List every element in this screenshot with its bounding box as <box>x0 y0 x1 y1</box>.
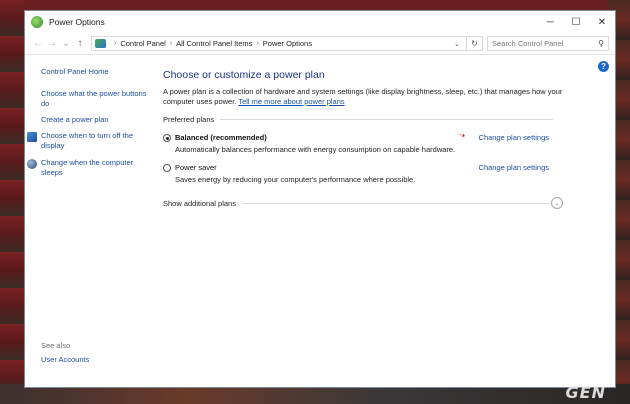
control-panel-home-link[interactable]: Control Panel Home <box>41 67 153 77</box>
plan-balanced: Balanced (recommended) Automatically bal… <box>163 129 563 154</box>
monitor-icon <box>27 132 37 142</box>
balanced-radio[interactable] <box>163 134 171 142</box>
show-additional-plans-label[interactable]: Show additional plans <box>163 199 236 208</box>
power-saver-plan-desc: Saves energy by reducing your computer's… <box>175 175 416 184</box>
breadcrumb-separator-icon: › <box>256 40 259 47</box>
background-left <box>0 0 24 404</box>
show-additional-divider <box>241 202 549 204</box>
search-icon: ⚲ <box>598 39 604 48</box>
maximize-button[interactable]: ☐ <box>563 11 589 33</box>
watermark-logo: GEN <box>565 383 606 402</box>
page-title: Choose or customize a power plan <box>163 69 325 81</box>
preferred-plans-header: Preferred plans <box>163 115 563 124</box>
breadcrumb-all-items[interactable]: All Control Panel Items <box>176 39 252 48</box>
power-options-app-icon <box>31 16 43 28</box>
create-power-plan-link[interactable]: Create a power plan <box>41 115 153 125</box>
sleep-row: Change when the computer sleeps <box>27 158 153 178</box>
search-input[interactable]: Search Control Panel ⚲ <box>487 36 609 51</box>
sleep-link[interactable]: Change when the computer sleeps <box>41 158 153 178</box>
title-bar: Power Options ─ ☐ ✕ <box>25 11 615 33</box>
learn-more-link[interactable]: Tell me more about power plans <box>238 97 344 106</box>
sidebar: Control Panel Home Choose what the power… <box>25 55 153 387</box>
minimize-button[interactable]: ─ <box>537 11 563 33</box>
address-bar: ← → ⌄ ↑ › Control Panel › All Control Pa… <box>25 33 615 55</box>
group-divider <box>220 119 553 120</box>
power-options-window: Power Options ─ ☐ ✕ ← → ⌄ ↑ › Control Pa… <box>24 10 616 388</box>
breadcrumb-separator-icon: › <box>114 40 117 47</box>
window-title: Power Options <box>49 17 105 27</box>
description-text: A power plan is a collection of hardware… <box>163 87 563 106</box>
content-area: ? Control Panel Home Choose what the pow… <box>25 55 615 387</box>
main-panel: Choose or customize a power plan A power… <box>163 69 563 209</box>
moon-icon <box>27 159 37 169</box>
refresh-icon[interactable]: ↻ <box>467 36 483 51</box>
breadcrumb-control-panel[interactable]: Control Panel <box>120 39 165 48</box>
page-description: A power plan is a collection of hardware… <box>163 87 563 107</box>
forward-arrow-icon[interactable]: → <box>45 38 59 49</box>
plan-power-saver: Power saver Saves energy by reducing you… <box>163 163 563 184</box>
balanced-change-settings-link[interactable]: Change plan settings <box>479 133 549 142</box>
display-off-row: Choose when to turn off the display <box>27 131 153 151</box>
power-buttons-link[interactable]: Choose what the power buttons do <box>41 89 153 109</box>
back-arrow-icon[interactable]: ← <box>31 38 45 49</box>
breadcrumb-separator-icon: › <box>169 40 173 47</box>
user-accounts-link[interactable]: User Accounts <box>41 355 89 364</box>
breadcrumb-power-options[interactable]: Power Options <box>263 39 312 48</box>
address-dropdown-icon[interactable]: ⌄ <box>451 40 463 48</box>
show-additional-plans[interactable]: Show additional plans ⌄ <box>163 197 563 209</box>
close-button[interactable]: ✕ <box>589 11 615 33</box>
recent-locations-chevron-icon[interactable]: ⌄ <box>59 38 73 49</box>
balanced-plan-desc: Automatically balances performance with … <box>175 145 456 154</box>
expand-chevron-icon[interactable]: ⌄ <box>551 197 563 209</box>
address-box[interactable]: › Control Panel › All Control Panel Item… <box>91 36 467 51</box>
display-off-link[interactable]: Choose when to turn off the display <box>41 131 153 151</box>
control-panel-icon <box>95 39 106 48</box>
up-arrow-icon[interactable]: ↑ <box>73 38 87 49</box>
preferred-plans-label: Preferred plans <box>163 115 215 124</box>
power-saver-radio[interactable] <box>163 164 171 172</box>
help-icon[interactable]: ? <box>598 61 609 72</box>
power-saver-change-settings-link[interactable]: Change plan settings <box>479 163 549 172</box>
search-placeholder: Search Control Panel <box>492 39 564 48</box>
see-also-label: See also <box>41 341 71 350</box>
